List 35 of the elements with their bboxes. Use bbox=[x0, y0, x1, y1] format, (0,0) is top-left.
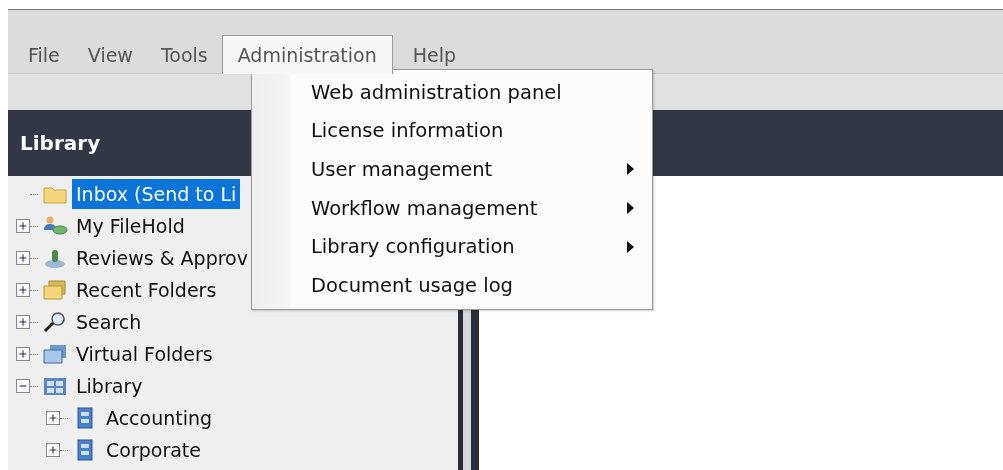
expand-icon[interactable] bbox=[16, 219, 30, 233]
tree-item[interactable]: Recent Folders bbox=[72, 275, 221, 305]
menu-item[interactable]: Help bbox=[398, 35, 471, 74]
tree-item[interactable]: Accounting bbox=[102, 403, 217, 433]
stacked-folders-icon bbox=[42, 343, 68, 365]
tree-item[interactable]: Library bbox=[72, 371, 147, 401]
dropdown-item[interactable]: Web administration panel bbox=[252, 73, 652, 112]
tree-item[interactable]: Virtual Folders bbox=[72, 339, 217, 369]
tree-item[interactable]: Inbox (Send to Li bbox=[72, 179, 241, 209]
tree-item[interactable]: Search bbox=[72, 307, 146, 337]
dropdown-item[interactable]: Document usage log bbox=[252, 265, 652, 305]
search-icon bbox=[42, 311, 68, 333]
user-money-icon bbox=[42, 215, 68, 237]
grid-icon bbox=[42, 375, 68, 397]
dropdown-item[interactable]: Library configuration bbox=[252, 227, 652, 266]
tree-item[interactable]: My FileHold bbox=[72, 211, 189, 241]
menu-item[interactable]: File bbox=[14, 35, 74, 74]
folders-icon bbox=[42, 279, 68, 301]
expand-icon[interactable] bbox=[16, 283, 30, 297]
expand-icon[interactable] bbox=[16, 251, 30, 265]
tree-item[interactable]: Corporate bbox=[102, 435, 205, 465]
collapse-icon[interactable] bbox=[16, 379, 30, 393]
expand-icon[interactable] bbox=[46, 443, 60, 457]
dropdown-item[interactable]: User management bbox=[252, 150, 652, 189]
dropdown-item[interactable]: License information bbox=[252, 111, 652, 151]
stamp-icon bbox=[42, 247, 68, 269]
expand-icon[interactable] bbox=[16, 315, 30, 329]
menu-item[interactable]: Administration bbox=[221, 35, 393, 74]
dropdown-item[interactable]: Workflow management bbox=[252, 188, 652, 228]
menu-item[interactable]: Tools bbox=[146, 35, 222, 74]
menu-item[interactable]: View bbox=[73, 35, 147, 74]
panel-title: Library bbox=[20, 131, 101, 155]
tree-item[interactable]: Reviews & Approv bbox=[72, 243, 252, 273]
expand-icon[interactable] bbox=[46, 411, 60, 425]
expand-icon[interactable] bbox=[16, 347, 30, 361]
